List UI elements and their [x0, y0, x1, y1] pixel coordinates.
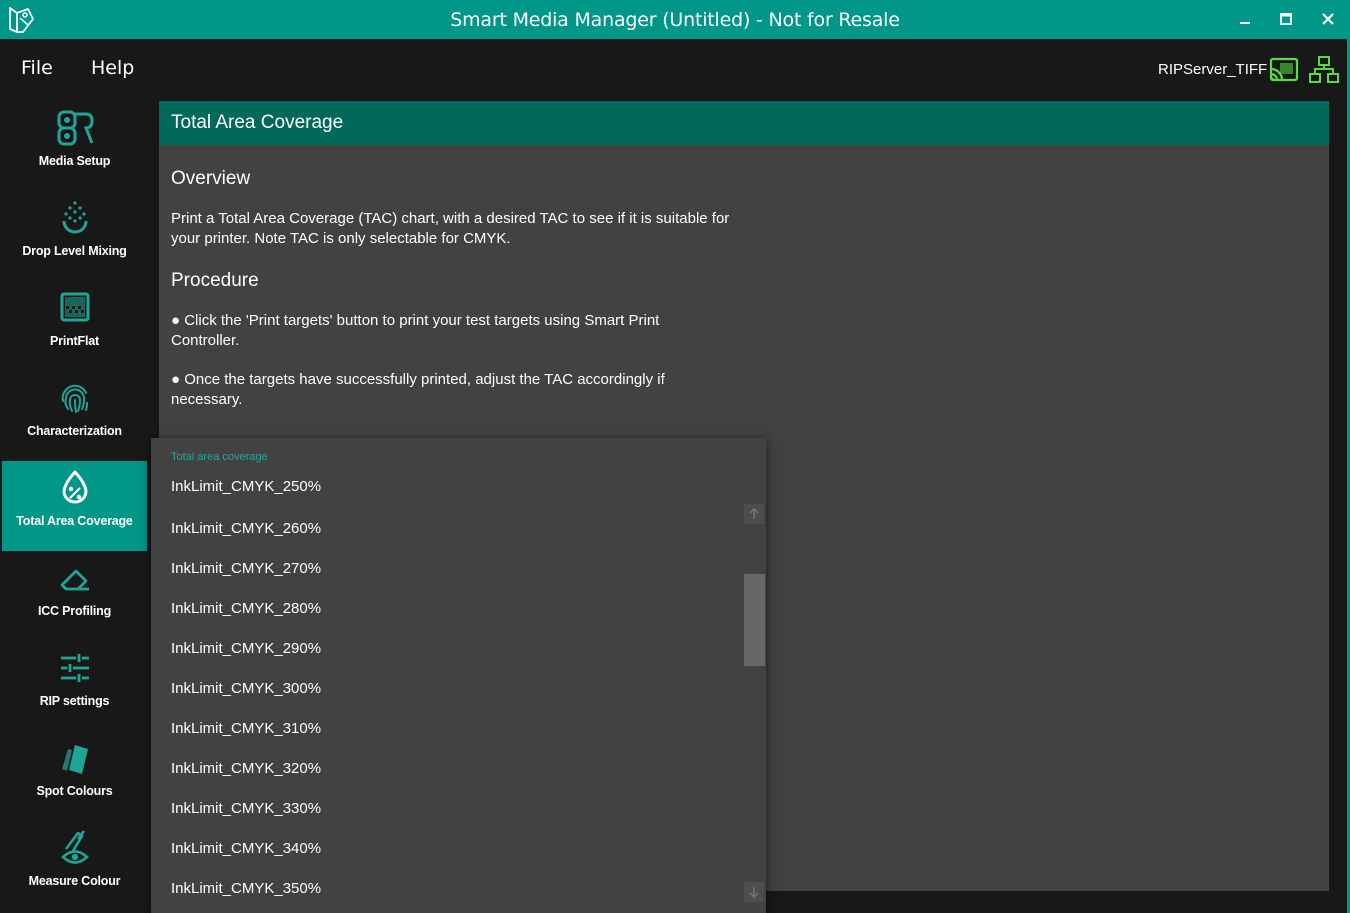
sidebar-item-media-setup[interactable]: Media Setup — [2, 101, 147, 191]
fingerprint-icon — [61, 384, 88, 413]
sidebar-item-spot-colours[interactable]: Spot Colours — [2, 731, 147, 821]
maximize-button[interactable] — [1273, 7, 1299, 33]
eraser-icon — [60, 569, 89, 591]
window-title: Smart Media Manager (Untitled) - Not for… — [450, 9, 900, 31]
minimize-button[interactable] — [1232, 7, 1258, 33]
server-name: RIPServer_TIFF — [1158, 61, 1268, 78]
dropdown-option[interactable]: InkLimit_CMYK_300% — [151, 669, 741, 709]
dropdown-option[interactable]: InkLimit_CMYK_250% — [151, 467, 741, 507]
sidebar-item-measure-colour[interactable]: Measure Colour — [2, 821, 147, 911]
network-icon[interactable] — [1309, 56, 1339, 84]
sidebar-item-total-area-coverage[interactable]: Total Area Coverage — [2, 461, 147, 551]
arrow-up-icon — [749, 508, 759, 519]
scroll-thumb[interactable] — [744, 574, 765, 666]
sidebar-item-label: ICC Profiling — [37, 604, 112, 618]
sidebar-item-label: Media Setup — [38, 154, 111, 168]
menu-file[interactable]: File — [21, 57, 53, 79]
dropdown-option[interactable]: InkLimit_CMYK_290% — [151, 629, 741, 669]
sidebar-item-label: PrintFlat — [50, 334, 99, 348]
sidebar-item-drop-level-mixing[interactable]: Drop Level Mixing — [2, 191, 147, 281]
procedure-step-1: ● Click the 'Print targets' button to pr… — [171, 312, 660, 349]
dropdown-label: Total area coverage — [171, 451, 268, 463]
sidebar: Media Setup Drop Level Mixing PrintFlat — [0, 101, 148, 913]
page-title: Total Area Coverage — [171, 112, 344, 133]
dropdown-option[interactable]: InkLimit_CMYK_260% — [151, 509, 741, 549]
sidebar-item-label: Spot Colours — [36, 784, 113, 798]
sidebar-item-characterization[interactable]: Characterization — [2, 371, 147, 461]
sidebar-item-label: RIP settings — [39, 694, 110, 708]
sidebar-item-rip-settings[interactable]: RIP settings — [2, 641, 147, 731]
tac-dropdown-list[interactable]: Total area coverage InkLimit_CMYK_250% I… — [151, 438, 766, 913]
dropdown-option[interactable]: InkLimit_CMYK_340% — [151, 829, 741, 869]
sliders-icon — [60, 654, 89, 682]
maximize-icon — [1280, 13, 1292, 25]
swatch-icon — [61, 745, 88, 774]
dropdown-option[interactable]: InkLimit_CMYK_310% — [151, 709, 741, 749]
content-header: Total Area Coverage — [159, 101, 1329, 145]
dropdown-option[interactable]: InkLimit_CMYK_280% — [151, 589, 741, 629]
sidebar-item-label: Characterization — [27, 424, 122, 438]
drop-level-icon — [62, 201, 87, 234]
arrow-down-icon — [749, 887, 759, 898]
sidebar-item-icc-profiling[interactable]: ICC Profiling — [2, 551, 147, 641]
dropdown-option[interactable]: InkLimit_CMYK_320% — [151, 749, 741, 789]
overview-text: Print a Total Area Coverage (TAC) chart,… — [171, 210, 730, 247]
dropdown-option[interactable]: InkLimit_CMYK_270% — [151, 549, 741, 589]
drop-percent-icon — [62, 470, 87, 504]
scroll-down-button[interactable] — [744, 882, 764, 902]
dropdown-scrollbar[interactable] — [744, 502, 766, 913]
sidebar-item-label: Measure Colour — [28, 874, 121, 888]
procedure-heading: Procedure — [171, 270, 259, 291]
dropdown-option[interactable]: InkLimit_CMYK_330% — [151, 789, 741, 829]
printflat-icon — [60, 292, 89, 322]
title-bar[interactable]: Smart Media Manager (Untitled) - Not for… — [0, 0, 1350, 39]
close-button[interactable] — [1315, 7, 1341, 33]
overview-heading: Overview — [171, 168, 251, 189]
cast-icon[interactable] — [1269, 56, 1299, 84]
procedure-step-2: ● Once the targets have successfully pri… — [171, 371, 665, 408]
sidebar-item-printflat[interactable]: PrintFlat — [2, 281, 147, 371]
dropdown-option[interactable]: InkLimit_CMYK_350% — [151, 869, 741, 909]
scroll-up-button[interactable] — [744, 504, 764, 524]
sidebar-item-label: Drop Level Mixing — [22, 244, 127, 258]
menu-bar: File Help RIPServer_TIFF — [0, 39, 1350, 101]
menu-help[interactable]: Help — [91, 57, 134, 79]
close-icon — [1322, 13, 1334, 25]
measure-eye-icon — [60, 830, 89, 864]
sidebar-item-label: Total Area Coverage — [16, 514, 133, 528]
media-setup-icon — [57, 110, 94, 146]
minimize-icon — [1240, 22, 1250, 24]
